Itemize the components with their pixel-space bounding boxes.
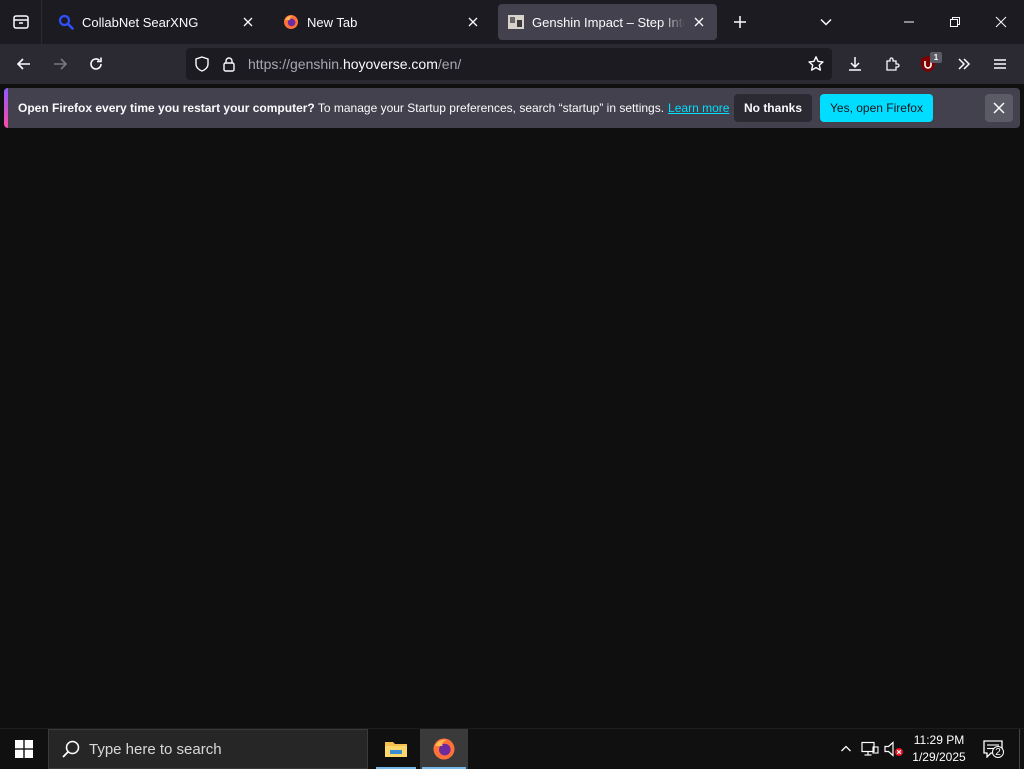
tab-title: Genshin Impact – Step Into a Vast Magica… bbox=[532, 14, 685, 30]
url-text[interactable]: https://genshin.hoyoverse.com/en/ bbox=[248, 56, 461, 72]
tab-genshin[interactable]: Genshin Impact – Step Into a Vast Magica… bbox=[498, 4, 717, 40]
minimize-icon bbox=[904, 21, 914, 23]
firefox-view-icon bbox=[12, 15, 29, 29]
folder-icon bbox=[385, 742, 407, 757]
app-menu-button[interactable] bbox=[986, 50, 1014, 78]
tab-searxng[interactable]: CollabNet SearXNG bbox=[48, 4, 266, 40]
tab-title: CollabNet SearXNG bbox=[82, 14, 199, 30]
search-icon bbox=[58, 14, 74, 30]
notification-message: Open Firefox every time you restart your… bbox=[18, 101, 729, 115]
tab-new-tab[interactable]: New Tab bbox=[273, 4, 491, 40]
notification-headline: Open Firefox every time you restart your… bbox=[18, 101, 315, 115]
site-favicon-icon bbox=[508, 14, 524, 30]
clock-date: 1/29/2025 bbox=[912, 750, 966, 764]
close-tab-icon[interactable] bbox=[465, 14, 481, 30]
clock-time: 11:29 PM bbox=[913, 733, 965, 747]
firefox-view-button[interactable] bbox=[0, 0, 42, 44]
startup-notification-bar: Open Firefox every time you restart your… bbox=[4, 88, 1020, 128]
chevron-down-icon bbox=[820, 18, 832, 26]
downloads-button[interactable] bbox=[841, 50, 869, 78]
restore-icon bbox=[950, 17, 960, 27]
new-tab-button[interactable] bbox=[726, 8, 754, 36]
arrow-right-icon bbox=[54, 58, 68, 70]
notification-body: To manage your Startup preferences, sear… bbox=[314, 101, 665, 115]
notification-count-badge: 2 bbox=[992, 746, 1004, 758]
forward-button[interactable] bbox=[46, 50, 74, 78]
notification-accent bbox=[4, 88, 8, 128]
lock-icon[interactable] bbox=[221, 56, 237, 72]
network-tray-button[interactable] bbox=[860, 739, 880, 759]
restore-button[interactable] bbox=[932, 0, 978, 44]
ublock-badge: 1 bbox=[930, 52, 942, 63]
volume-muted-icon bbox=[884, 741, 903, 757]
close-tab-icon[interactable] bbox=[691, 14, 707, 30]
taskbar-clock[interactable]: 11:29 PM 1/29/2025 bbox=[906, 732, 972, 766]
url-host: hoyoverse.com bbox=[342, 56, 438, 72]
tab-title: New Tab bbox=[307, 14, 358, 30]
close-tab-icon[interactable] bbox=[240, 14, 256, 30]
reload-button[interactable] bbox=[82, 50, 110, 78]
tab-strip: CollabNet SearXNG New Tab Genshin Impact… bbox=[0, 0, 1024, 44]
url-prefix: https://genshin. bbox=[248, 56, 343, 72]
action-center-button[interactable]: 2 bbox=[978, 735, 1008, 763]
ublock-origin-button[interactable]: 1 bbox=[914, 50, 942, 78]
double-chevron-right-icon bbox=[958, 58, 971, 70]
volume-tray-button[interactable] bbox=[884, 739, 904, 759]
tracking-protection-shield-icon[interactable] bbox=[194, 56, 210, 72]
plus-icon bbox=[734, 16, 746, 28]
close-icon bbox=[993, 102, 1005, 114]
notification-close-button[interactable] bbox=[985, 94, 1013, 122]
search-icon bbox=[62, 740, 80, 758]
extensions-button[interactable] bbox=[878, 50, 906, 78]
file-explorer-taskbar-button[interactable] bbox=[374, 729, 418, 769]
show-hidden-icons-button[interactable] bbox=[836, 739, 856, 759]
bookmark-star-icon[interactable] bbox=[806, 54, 826, 74]
network-icon bbox=[861, 741, 879, 756]
show-desktop-button[interactable] bbox=[1019, 729, 1024, 769]
minimize-button[interactable] bbox=[886, 0, 932, 44]
yes-open-firefox-button[interactable]: Yes, open Firefox bbox=[820, 94, 933, 122]
no-thanks-button[interactable]: No thanks bbox=[734, 94, 812, 122]
back-button[interactable] bbox=[10, 50, 38, 78]
navigation-toolbar: https://genshin.hoyoverse.com/en/ 1 bbox=[0, 44, 1024, 84]
reload-icon bbox=[90, 57, 102, 70]
firefox-logo-icon bbox=[283, 14, 299, 30]
url-bar[interactable]: https://genshin.hoyoverse.com/en/ bbox=[186, 48, 832, 80]
puzzle-icon bbox=[886, 57, 900, 71]
learn-more-link[interactable]: Learn more bbox=[668, 101, 729, 115]
download-icon bbox=[849, 57, 861, 71]
close-window-button[interactable] bbox=[978, 0, 1024, 44]
arrow-left-icon bbox=[16, 58, 30, 70]
firefox-taskbar-button[interactable] bbox=[420, 729, 468, 769]
search-placeholder: Type here to search bbox=[89, 740, 222, 758]
windows-logo-icon bbox=[15, 740, 33, 758]
overflow-menu-button[interactable] bbox=[950, 50, 978, 78]
windows-taskbar: Type here to search 11:29 PM 1/29/2025 2 bbox=[0, 728, 1024, 769]
taskbar-search-box[interactable]: Type here to search bbox=[48, 729, 368, 769]
url-suffix: /en/ bbox=[437, 56, 462, 72]
page-content[interactable] bbox=[0, 132, 1024, 728]
start-button[interactable] bbox=[0, 729, 48, 769]
firefox-logo-icon bbox=[433, 738, 455, 760]
close-icon bbox=[995, 16, 1007, 28]
hamburger-icon bbox=[994, 59, 1006, 69]
chevron-up-icon bbox=[841, 745, 851, 752]
list-all-tabs-button[interactable] bbox=[812, 8, 840, 36]
